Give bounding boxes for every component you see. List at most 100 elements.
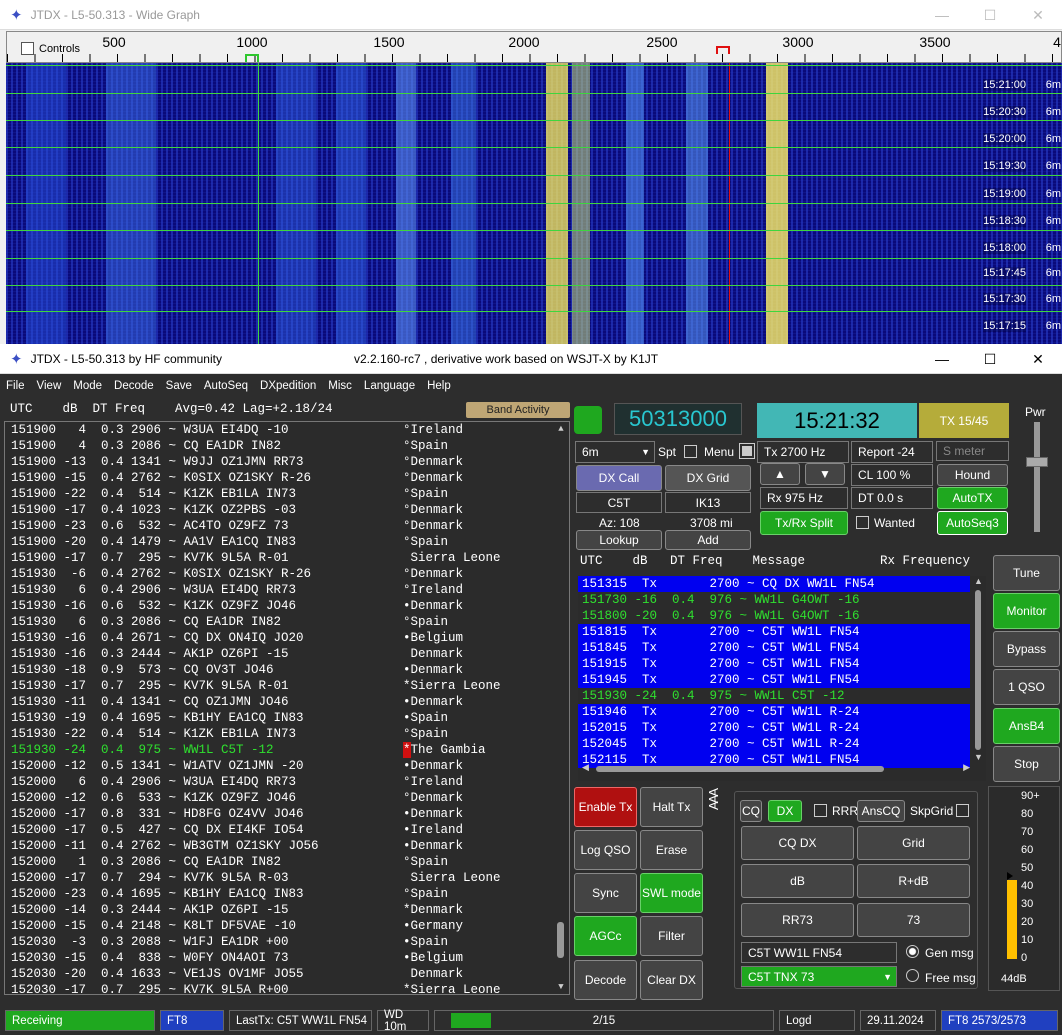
free-message-select[interactable]: C5T TNX 73 ▼ xyxy=(741,966,897,987)
decode-row[interactable]: 151900 -20 0.4 1479 ~ AA1V EA1CQ IN83 °Sp… xyxy=(5,534,569,550)
cl-spinbox[interactable]: CL 100 % xyxy=(851,464,933,486)
menu-checkbox[interactable] xyxy=(684,445,697,461)
power-slider[interactable] xyxy=(1026,422,1048,532)
r-db-msg-button[interactable]: R+dB xyxy=(857,864,970,898)
decode-row[interactable]: 152030 -3 0.3 2088 ~ W1FJ EA1DR +00 •Spai… xyxy=(5,934,569,950)
decode-button[interactable]: Decode xyxy=(574,960,637,1000)
autoseq3-button[interactable]: AutoSeq3 xyxy=(937,511,1008,535)
tx-period-button[interactable]: TX 15/45 xyxy=(919,403,1009,438)
log-qso-button[interactable]: Log QSO xyxy=(574,830,637,870)
minimize-icon[interactable]: — xyxy=(918,0,966,30)
sync-button[interactable]: Sync xyxy=(574,873,637,913)
menu-mode[interactable]: Mode xyxy=(73,380,102,392)
halt-tx-button[interactable]: Halt Tx xyxy=(640,787,703,827)
decode-row[interactable]: 152000 -12 0.5 1341 ~ W1ATV OZ1JMN -20 •D… xyxy=(5,758,569,774)
close-icon[interactable]: ✕ xyxy=(1014,0,1062,30)
scroll-thumb[interactable] xyxy=(975,590,981,750)
qso-row[interactable]: 151315 Tx 2700 ~ CQ DX WW1L FN54 xyxy=(578,576,970,592)
agcc-button[interactable]: AGCc xyxy=(574,916,637,956)
decode-row[interactable]: 152000 -23 0.4 1695 ~ KB1HY EA1CQ IN83 °S… xyxy=(5,886,569,902)
menu-dxpedition[interactable]: DXpedition xyxy=(260,380,316,392)
decode-row[interactable]: 152000 -11 0.4 2762 ~ WB3GTM OZ1SKY JO56… xyxy=(5,838,569,854)
qso-vertical-scrollbar[interactable]: ▲ ▼ xyxy=(972,576,984,762)
dx-grid-field[interactable]: IK13 xyxy=(665,492,751,513)
decode-row[interactable]: 151930 -16 0.4 2671 ~ CQ DX ON4IQ JO20 •B… xyxy=(5,630,569,646)
free-msg-radio[interactable] xyxy=(906,969,919,985)
vertical-scrollbar[interactable]: ▲ ▼ xyxy=(555,422,567,994)
wanted-checkbox[interactable] xyxy=(856,516,869,532)
anscq-button[interactable]: AnsCQ xyxy=(857,800,905,822)
menu-decode[interactable]: Decode xyxy=(114,380,154,392)
decode-row[interactable]: 151900 -17 0.4 1023 ~ K1ZK OZ2PBS -03 °De… xyxy=(5,502,569,518)
menu-view[interactable]: View xyxy=(37,380,62,392)
scroll-down-icon[interactable]: ▼ xyxy=(974,752,983,762)
add-button[interactable]: Add xyxy=(665,530,751,550)
band-activity-button[interactable]: Band Activity xyxy=(466,402,570,418)
filter-button[interactable]: Filter xyxy=(640,916,703,956)
qso-list[interactable]: 151315 Tx 2700 ~ CQ DX WW1L FN54 151730 -… xyxy=(578,576,986,781)
cq-dx-msg-button[interactable]: CQ DX xyxy=(741,826,854,860)
dt-spinbox[interactable]: DT 0.0 s xyxy=(851,487,933,509)
stop-button[interactable]: Stop xyxy=(993,746,1060,782)
decode-row[interactable]: 151930 -19 0.4 1695 ~ KB1HY EA1CQ IN83 •S… xyxy=(5,710,569,726)
scroll-left-icon[interactable]: ◀ xyxy=(582,762,589,773)
maximize-icon[interactable]: ☐ xyxy=(966,344,1014,374)
tune-button[interactable]: Tune xyxy=(993,555,1060,591)
window-toggle-icon[interactable] xyxy=(739,443,755,459)
73-msg-button[interactable]: 73 xyxy=(857,903,970,937)
ansb4-button[interactable]: AnsB4 xyxy=(993,708,1060,744)
bypass-button[interactable]: Bypass xyxy=(993,631,1060,667)
scroll-right-icon[interactable]: ▶ xyxy=(963,762,970,773)
decode-row[interactable]: 152000 -14 0.3 2444 ~ AK1P OZ6PI -15 *Den… xyxy=(5,902,569,918)
scroll-down-icon[interactable]: ▼ xyxy=(555,982,567,992)
decode-row[interactable]: 152030 -15 0.4 838 ~ W0FY ON4AOI 73 •Belg… xyxy=(5,950,569,966)
checkbox-box[interactable] xyxy=(856,516,869,529)
menu-misc[interactable]: Misc xyxy=(328,380,352,392)
radio-button[interactable] xyxy=(906,969,919,982)
scroll-thumb[interactable] xyxy=(557,922,564,958)
decode-row[interactable]: 151930 -16 0.6 532 ~ K1ZK OZ9FZ JO46 •Den… xyxy=(5,598,569,614)
gen-msg-radio[interactable] xyxy=(906,945,919,961)
up-arrow-button[interactable]: ▲ xyxy=(760,463,800,485)
scroll-up-icon[interactable]: ▲ xyxy=(555,424,567,434)
decode-row[interactable]: 152000 -17 0.7 294 ~ KV7K 9L5A R-03 Sier… xyxy=(5,870,569,886)
decode-row[interactable]: 152030 -20 0.4 1633 ~ VE1JS OV1MF JO55 D… xyxy=(5,966,569,982)
decode-row[interactable]: 151930 -16 0.3 2444 ~ AK1P OZ6PI -15 Den… xyxy=(5,646,569,662)
checkbox-box[interactable] xyxy=(684,445,697,458)
s-meter-field[interactable]: S meter xyxy=(936,441,1009,461)
menu-autoseq[interactable]: AutoSeq xyxy=(204,380,248,392)
hound-button[interactable]: Hound xyxy=(937,464,1008,486)
maximize-icon[interactable]: ☐ xyxy=(966,0,1014,30)
lookup-button[interactable]: Lookup xyxy=(576,530,662,550)
menu-language[interactable]: Language xyxy=(364,380,415,392)
decode-row[interactable]: 151930 6 0.4 2906 ~ W3UA EI4DQ RR73 °Irel… xyxy=(5,582,569,598)
close-icon[interactable]: ✕ xyxy=(1014,344,1062,374)
rr73-msg-button[interactable]: RR73 xyxy=(741,903,854,937)
decode-row[interactable]: 151900 4 0.3 2086 ~ CQ EA1DR IN82 °Spain xyxy=(5,438,569,454)
band-activity-list[interactable]: 151900 4 0.3 2906 ~ W3UA EI4DQ -10 °Irela… xyxy=(4,421,570,995)
decode-row[interactable]: 151930 -18 0.9 573 ~ CQ OV3T JO46 •Denmar… xyxy=(5,662,569,678)
enable-tx-button[interactable]: Enable Tx xyxy=(574,787,637,827)
clear-dx-button[interactable]: Clear DX xyxy=(640,960,703,1000)
qso-row[interactable]: 151946 Tx 2700 ~ C5T WW1L R-24 xyxy=(578,704,970,720)
scroll-thumb[interactable] xyxy=(596,766,884,772)
checkbox-box[interactable] xyxy=(814,804,827,817)
dx-call-button[interactable]: DX Call xyxy=(576,465,662,491)
dx-button[interactable]: DX xyxy=(768,800,802,822)
decode-row[interactable]: 152030 -17 0.7 295 ~ KV7K 9L5A R+00 *Sier… xyxy=(5,982,569,994)
menu-help[interactable]: Help xyxy=(427,380,451,392)
grid-msg-button[interactable]: Grid xyxy=(857,826,970,860)
qso-row[interactable]: 151915 Tx 2700 ~ C5T WW1L FN54 xyxy=(578,656,970,672)
generated-message-field[interactable]: C5T WW1L FN54 xyxy=(741,942,897,963)
qso-row[interactable]: 151800 -20 0.4 976 ~ WW1L G4OWT -16 xyxy=(578,608,970,624)
qso-row[interactable]: 151930 -24 0.4 975 ~ WW1L C5T -12 xyxy=(578,688,970,704)
dx-call-field[interactable]: C5T xyxy=(576,492,662,513)
waterfall[interactable]: 15:21:00 15:20:30 15:20:00 15:19:30 15:1… xyxy=(6,63,1062,346)
tx-rx-split-button[interactable]: Tx/Rx Split xyxy=(760,511,848,535)
decode-row[interactable]: 151930 -11 0.4 1341 ~ CQ OZ1JMN JO46 •Den… xyxy=(5,694,569,710)
decode-row[interactable]: 152000 -17 0.5 427 ~ CQ DX EI4KF IO54 •Ir… xyxy=(5,822,569,838)
qso-horizontal-scrollbar[interactable]: ◀ ▶ xyxy=(580,762,972,776)
qso-row[interactable]: 152045 Tx 2700 ~ C5T WW1L R-24 xyxy=(578,736,970,752)
minimize-icon[interactable]: — xyxy=(918,344,966,374)
decode-row[interactable]: 152000 6 0.4 2906 ~ W3UA EI4DQ RR73 °Irel… xyxy=(5,774,569,790)
